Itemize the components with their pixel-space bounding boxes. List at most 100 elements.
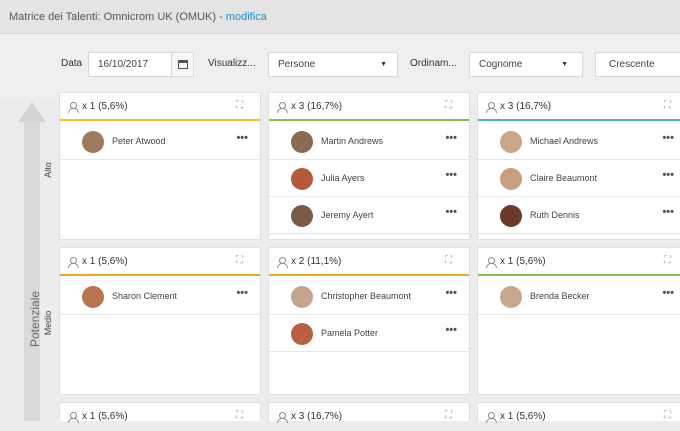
- potential-axis: [18, 102, 46, 421]
- page-title: Matrice dei Talenti: Omnicrom UK (OMUK) …: [9, 11, 226, 23]
- person-name[interactable]: Michael Andrews: [530, 136, 598, 146]
- matrix-cell: x 1 (5,6%) ⛶ Peter Atwood •••: [59, 92, 261, 240]
- sort-select[interactable]: Cognome ▼: [469, 52, 583, 77]
- person-name[interactable]: Claire Beaumont: [530, 173, 597, 183]
- matrix-cell: x 1 (5,6%) ⛶ Sharon Clement •••: [59, 247, 261, 395]
- dropdown-caret-icon: ▼: [561, 61, 568, 68]
- person-name[interactable]: Julia Ayers: [321, 173, 364, 183]
- more-options-button[interactable]: •••: [236, 132, 248, 144]
- more-options-button[interactable]: •••: [662, 206, 674, 218]
- person-row[interactable]: Peter Atwood •••: [60, 123, 260, 160]
- avatar: [291, 286, 313, 308]
- cell-header: x 1 (5,6%) ⛶: [478, 248, 680, 276]
- axis-bar: [24, 122, 40, 421]
- cell-count: x 3 (16,7%): [291, 411, 343, 422]
- more-options-button[interactable]: •••: [445, 206, 457, 218]
- person-name[interactable]: Christopher Beaumont: [321, 291, 411, 301]
- avatar: [82, 131, 104, 153]
- calendar-button[interactable]: [171, 52, 194, 77]
- person-row[interactable]: Julia Ayers •••: [269, 160, 469, 197]
- more-options-button[interactable]: •••: [445, 324, 457, 336]
- matrix-cell: x 3 (16,7%) ⛶ Michael Andrews ••• Claire…: [477, 92, 680, 240]
- matrix-cell: x 3 (16,7%) ⛶ Martin Andrews ••• Julia A…: [268, 92, 470, 240]
- expand-icon[interactable]: ⛶: [445, 255, 452, 266]
- person-row[interactable]: Martin Andrews •••: [269, 123, 469, 160]
- level-label-high: Alto: [43, 162, 53, 178]
- matrix-cell: x 1 (5,6%) ⛶: [477, 402, 680, 423]
- sort-select-value: Cognome: [479, 59, 523, 70]
- view-select-value: Persone: [278, 59, 316, 70]
- more-options-button[interactable]: •••: [236, 287, 248, 299]
- avatar: [500, 131, 522, 153]
- more-options-button[interactable]: •••: [445, 169, 457, 181]
- user-icon: [486, 257, 497, 268]
- filter-bar: Data 16/10/2017 Visualizz... Persone ▼ Or…: [0, 34, 680, 98]
- user-icon: [486, 412, 497, 423]
- person-name[interactable]: Sharon Clement: [112, 291, 177, 301]
- expand-icon[interactable]: ⛶: [445, 100, 452, 111]
- cell-count: x 1 (5,6%): [500, 411, 546, 422]
- user-icon: [277, 412, 288, 423]
- person-row[interactable]: Christopher Beaumont •••: [269, 278, 469, 315]
- avatar: [291, 168, 313, 190]
- cell-header: x 1 (5,6%) ⛶: [60, 403, 260, 431]
- expand-icon[interactable]: ⛶: [236, 255, 243, 266]
- cell-header: x 3 (16,7%) ⛶: [269, 93, 469, 121]
- edit-link[interactable]: modifica: [226, 11, 267, 23]
- cell-header: x 1 (5,6%) ⛶: [60, 248, 260, 276]
- cell-header: x 2 (11,1%) ⛶: [269, 248, 469, 276]
- expand-icon[interactable]: ⛶: [236, 100, 243, 111]
- matrix-cell: x 2 (11,1%) ⛶ Christopher Beaumont ••• P…: [268, 247, 470, 395]
- more-options-button[interactable]: •••: [662, 287, 674, 299]
- cell-count: x 1 (5,6%): [82, 411, 128, 422]
- person-name[interactable]: Martin Andrews: [321, 136, 383, 146]
- person-row[interactable]: Pamela Potter •••: [269, 315, 469, 352]
- person-name[interactable]: Pamela Potter: [321, 328, 378, 338]
- expand-icon[interactable]: ⛶: [236, 410, 243, 421]
- person-name[interactable]: Peter Atwood: [112, 136, 166, 146]
- more-options-button[interactable]: •••: [445, 132, 457, 144]
- more-options-button[interactable]: •••: [445, 287, 457, 299]
- matrix-cell: x 3 (16,7%) ⛶: [268, 402, 470, 423]
- user-icon: [277, 257, 288, 268]
- calendar-icon: [178, 60, 188, 69]
- avatar: [82, 286, 104, 308]
- cell-count: x 1 (5,6%): [82, 256, 128, 267]
- axis-arrow-icon: [18, 102, 46, 122]
- expand-icon[interactable]: ⛶: [664, 255, 671, 266]
- expand-icon[interactable]: ⛶: [664, 410, 671, 421]
- cell-count: x 3 (16,7%): [500, 101, 552, 112]
- person-row[interactable]: Michael Andrews •••: [478, 123, 680, 160]
- more-options-button[interactable]: •••: [662, 169, 674, 181]
- person-name[interactable]: Jeremy Ayert: [321, 210, 373, 220]
- page-header: Matrice dei Talenti: Omnicrom UK (OMUK) …: [0, 0, 680, 34]
- user-icon: [68, 102, 79, 113]
- avatar: [500, 205, 522, 227]
- user-icon: [486, 102, 497, 113]
- avatar: [500, 286, 522, 308]
- more-options-button[interactable]: •••: [662, 132, 674, 144]
- person-row[interactable]: Sharon Clement •••: [60, 278, 260, 315]
- avatar: [291, 131, 313, 153]
- person-row[interactable]: Brenda Becker •••: [478, 278, 680, 315]
- cell-count: x 2 (11,1%): [291, 256, 342, 267]
- sort-label: Ordinam...: [410, 58, 457, 69]
- order-select[interactable]: Crescente: [595, 52, 680, 77]
- axis-title: Potenziale: [28, 290, 42, 347]
- matrix-cell: x 1 (5,6%) ⛶: [59, 402, 261, 423]
- avatar: [291, 205, 313, 227]
- person-row[interactable]: Claire Beaumont •••: [478, 160, 680, 197]
- person-name[interactable]: Ruth Dennis: [530, 210, 580, 220]
- person-row[interactable]: Ruth Dennis •••: [478, 197, 680, 234]
- date-field[interactable]: 16/10/2017: [88, 52, 172, 77]
- avatar: [500, 168, 522, 190]
- cell-header: x 1 (5,6%) ⛶: [60, 93, 260, 121]
- expand-icon[interactable]: ⛶: [445, 410, 452, 421]
- view-select[interactable]: Persone ▼: [268, 52, 398, 77]
- level-label-medium: Medio: [43, 310, 53, 336]
- person-name[interactable]: Brenda Becker: [530, 291, 590, 301]
- expand-icon[interactable]: ⛶: [664, 100, 671, 111]
- cell-header: x 1 (5,6%) ⛶: [478, 403, 680, 431]
- avatar: [291, 323, 313, 345]
- person-row[interactable]: Jeremy Ayert •••: [269, 197, 469, 234]
